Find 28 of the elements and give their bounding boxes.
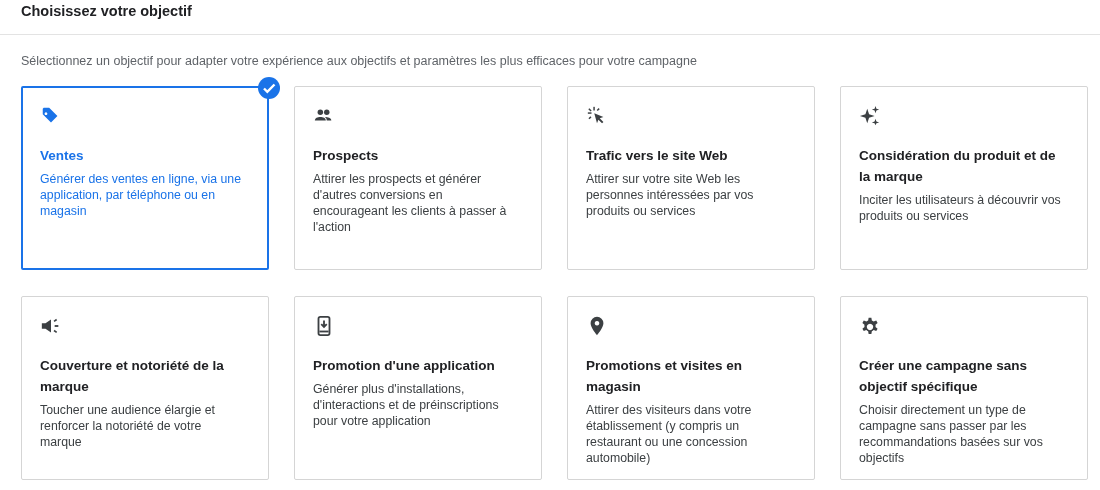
objective-title: Ventes: [40, 147, 85, 165]
objective-card[interactable]: Promotions et visites en magasin Attirer des visiteurs dans votre établissement (y compris un restaurant ou une concession automobile): [567, 296, 815, 480]
objective-title: Promotions et visites en magasin: [586, 357, 744, 396]
page-title: Choisissez votre objectif: [21, 3, 192, 19]
objective-card[interactable]: Promotion d'une application Générer plus d'installations, d'interactions et de préinscriptions pour votre application: [294, 296, 542, 480]
objective-description: Attirer des visiteurs dans votre établissement (y compris un restaurant ou une concession automobile): [586, 402, 753, 466]
objective-description: Attirer les prospects et générer d'autres conversions en encourageant les clients à passer à l'action: [313, 171, 508, 235]
objective-description: Choisir directement un type de campagne sans passer par les recommandations basées sur vos objectifs: [859, 402, 1044, 466]
objective-title: Couverture et notoriété de la marque: [40, 357, 225, 396]
objective-description: Générer plus d'installations, d'interactions et de préinscriptions pour votre application: [313, 381, 500, 429]
objective-card[interactable]: Prospects Attirer les prospects et générer d'autres conversions en encourageant les clients à passer à l'action: [294, 86, 542, 270]
objective-description: Inciter les utilisateurs à découvrir vos produits ou services: [859, 192, 1061, 224]
objective-card[interactable]: Couverture et notoriété de la marque Toucher une audience élargie et renforcer la notoriété de votre marque: [21, 296, 269, 480]
intro-text: Sélectionnez un objectif pour adapter votre expérience aux objectifs et paramètres les plus efficaces pour votre campagne: [21, 53, 698, 70]
objective-description: Toucher une audience élargie et renforcer la notoriété de votre marque: [40, 402, 216, 450]
objective-title: Trafic vers le site Web: [586, 147, 729, 165]
objective-title: Considération du produit et de la marque: [859, 147, 1057, 186]
objective-title: Promotion d'une application: [313, 357, 496, 375]
objective-card[interactable]: Créer une campagne sans objectif spécifique Choisir directement un type de campagne sans passer par les recommandations basées sur vos objectifs: [840, 296, 1088, 480]
sparkles-icon: [859, 105, 881, 127]
objective-card[interactable]: Ventes Générer des ventes en ligne, via une application, par téléphone ou en magasin: [21, 86, 269, 270]
check-badge-icon: [258, 77, 280, 99]
objective-card[interactable]: Considération du produit et de la marque Inciter les utilisateurs à découvrir vos produits ou services: [840, 86, 1088, 270]
objective-description: Attirer sur votre site Web les personnes intéressées par vos produits ou services: [586, 171, 755, 219]
objective-title: Créer une campagne sans objectif spécifique: [859, 357, 1029, 396]
objective-card[interactable]: Trafic vers le site Web Attirer sur votre site Web les personnes intéressées par vos produits ou services: [567, 86, 815, 270]
objective-description: Générer des ventes en ligne, via une application, par téléphone ou en magasin: [40, 171, 242, 219]
objective-title: Prospects: [313, 147, 380, 165]
